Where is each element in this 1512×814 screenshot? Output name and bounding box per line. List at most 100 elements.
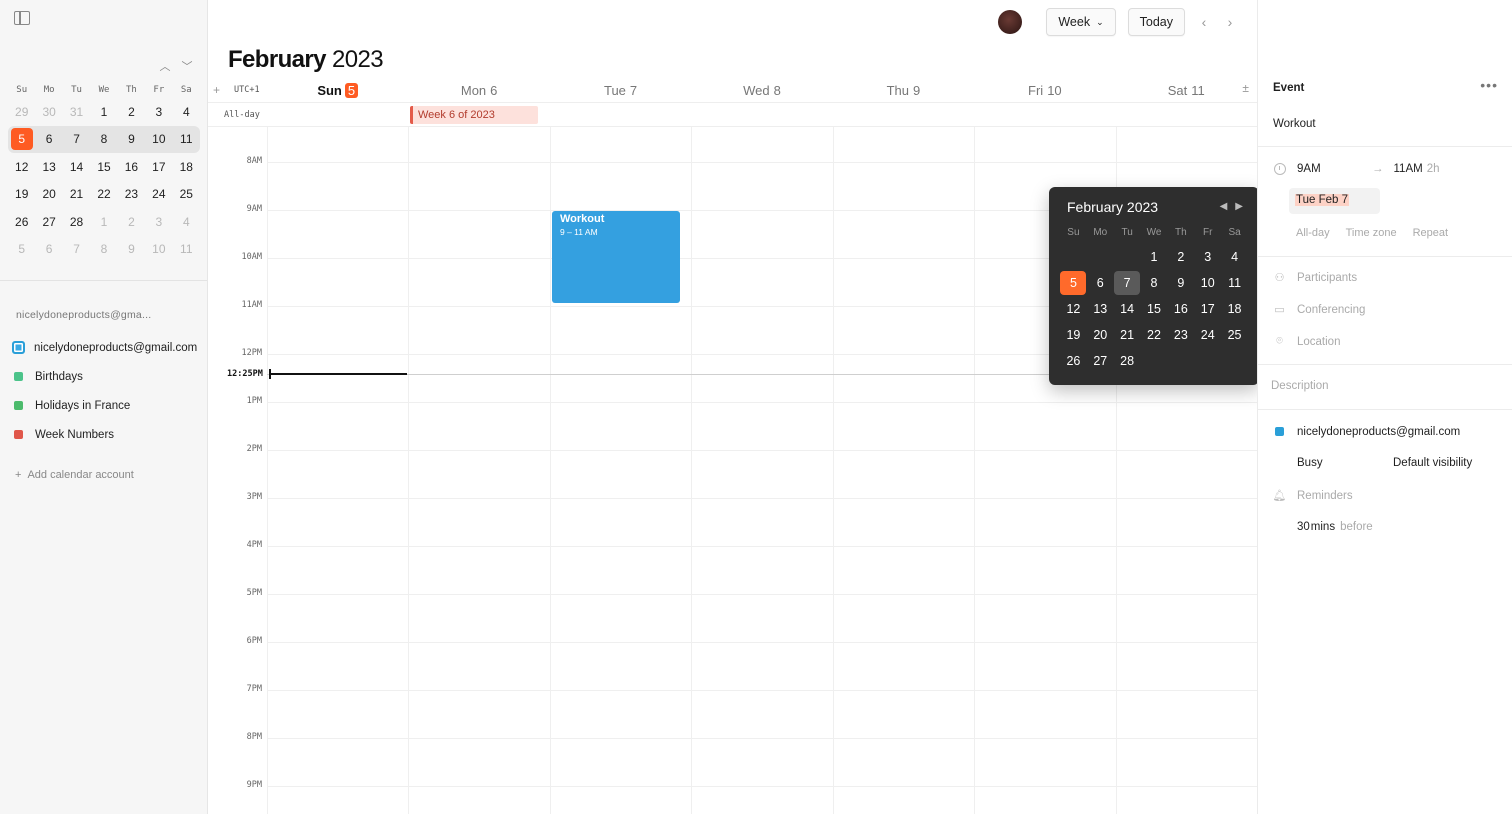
date-picker-day[interactable]: 19 — [1060, 323, 1087, 347]
calendar-list-item[interactable]: Holidays in France — [12, 391, 202, 420]
mini-calendar-day[interactable]: 11 — [173, 128, 200, 150]
mini-calendar-day[interactable]: 30 — [35, 101, 62, 123]
date-picker-day[interactable]: 5 — [1060, 271, 1087, 295]
date-picker-day[interactable]: 14 — [1114, 297, 1141, 321]
today-button[interactable]: Today — [1127, 8, 1185, 36]
mini-calendar-day[interactable]: 31 — [63, 101, 90, 123]
view-select-button[interactable]: Week ⌄ — [1046, 8, 1116, 36]
date-picker-day[interactable]: 20 — [1087, 323, 1114, 347]
date-picker-day[interactable]: 10 — [1194, 271, 1221, 295]
mini-calendar-day[interactable]: 13 — [35, 156, 62, 178]
time-option[interactable]: All-day — [1296, 227, 1330, 239]
date-picker-day[interactable]: 18 — [1221, 297, 1248, 321]
next-week-icon[interactable]: › — [1223, 14, 1237, 30]
description-field[interactable]: Description — [1271, 380, 1329, 392]
date-picker-day[interactable]: 7 — [1114, 271, 1141, 295]
date-picker-day[interactable]: 3 — [1194, 245, 1221, 269]
date-picker-day[interactable]: 28 — [1114, 349, 1141, 373]
mini-calendar-day[interactable]: 3 — [145, 101, 172, 123]
start-time[interactable]: 9AM — [1297, 163, 1372, 175]
time-option[interactable]: Repeat — [1413, 227, 1448, 239]
date-picker-day[interactable]: 25 — [1221, 323, 1248, 347]
event-date-field[interactable]: Tue Feb 7 — [1289, 188, 1380, 214]
mini-calendar-day[interactable]: 29 — [8, 101, 35, 123]
mini-calendar-day[interactable]: 9 — [118, 128, 145, 150]
date-picker-day[interactable]: 12 — [1060, 297, 1087, 321]
triangle-right-icon[interactable]: ▶ — [1235, 201, 1243, 212]
day-header-fri[interactable]: Fri 10 — [974, 78, 1115, 102]
conferencing-row[interactable]: ▭ Conferencing — [1273, 303, 1365, 317]
day-header-mon[interactable]: Mon 6 — [408, 78, 549, 102]
end-time[interactable]: 11AM — [1394, 163, 1423, 175]
mini-calendar-day[interactable]: 10 — [145, 238, 172, 260]
date-picker-day[interactable]: 22 — [1141, 323, 1168, 347]
checkbox-icon[interactable] — [12, 341, 25, 354]
time-option[interactable]: Time zone — [1346, 227, 1397, 239]
mini-calendar-day[interactable]: 6 — [35, 128, 62, 150]
mini-calendar-day[interactable]: 7 — [63, 238, 90, 260]
mini-calendar-day[interactable]: 5 — [8, 238, 35, 260]
mini-calendar-day[interactable]: 21 — [63, 183, 90, 205]
mini-calendar-day[interactable]: 5 — [8, 128, 35, 151]
date-picker-day[interactable]: 1 — [1141, 245, 1168, 269]
location-row[interactable]: ⌾ Location — [1273, 335, 1340, 348]
mini-calendar-day[interactable]: 16 — [118, 156, 145, 178]
busy-select[interactable]: Busy — [1297, 457, 1393, 469]
date-picker-day[interactable]: 2 — [1167, 245, 1194, 269]
date-picker-day[interactable]: 17 — [1194, 297, 1221, 321]
visibility-select[interactable]: Default visibility — [1393, 457, 1472, 469]
event-title-field[interactable]: Workout — [1273, 118, 1316, 130]
calendar-row[interactable]: nicelydoneproducts@gmail.com — [1273, 425, 1460, 438]
date-picker-day[interactable]: 21 — [1114, 323, 1141, 347]
date-picker-day[interactable]: 27 — [1087, 349, 1114, 373]
add-timezone-icon[interactable]: + — [213, 83, 220, 97]
mini-calendar-day[interactable]: 10 — [145, 128, 172, 150]
mini-calendar-day[interactable]: 12 — [8, 156, 35, 178]
allday-event[interactable]: Week 6 of 2023 — [410, 106, 538, 124]
mini-calendar-day[interactable]: 7 — [63, 128, 90, 150]
mini-calendar-day[interactable]: 24 — [145, 183, 172, 205]
date-picker-day[interactable]: 13 — [1087, 297, 1114, 321]
mini-calendar-day[interactable]: 9 — [118, 238, 145, 260]
mini-calendar-day[interactable]: 18 — [173, 156, 200, 178]
reminder-item[interactable]: 30 mins before — [1297, 521, 1373, 533]
mini-calendar-day[interactable]: 23 — [118, 183, 145, 205]
mini-calendar-day[interactable]: 25 — [173, 183, 200, 205]
mini-calendar-day[interactable]: 1 — [90, 211, 117, 233]
mini-calendar-day[interactable]: 8 — [90, 128, 117, 150]
participants-row[interactable]: ⚇ Participants — [1273, 271, 1358, 285]
date-picker-day[interactable]: 4 — [1221, 245, 1248, 269]
date-picker-day[interactable]: 15 — [1141, 297, 1168, 321]
rss-feed-icon[interactable] — [14, 401, 23, 410]
day-header-thu[interactable]: Thu 9 — [833, 78, 974, 102]
add-calendar-account-button[interactable]: + Add calendar account — [15, 469, 134, 481]
mini-calendar-day[interactable]: 15 — [90, 156, 117, 178]
reminders-row[interactable]: 🔔︎ Reminders — [1273, 489, 1353, 503]
more-icon[interactable]: ••• — [1480, 77, 1498, 93]
mini-calendar-day[interactable]: 19 — [8, 183, 35, 205]
mini-calendar-day[interactable]: 22 — [90, 183, 117, 205]
day-header-wed[interactable]: Wed 8 — [691, 78, 832, 102]
mini-calendar-day[interactable]: 26 — [8, 211, 35, 233]
chevron-up-icon[interactable]: ︿ — [159, 58, 171, 74]
calendar-list-item[interactable]: nicelydoneproducts@gmail.com — [12, 333, 202, 362]
date-picker-day[interactable]: 9 — [1167, 271, 1194, 295]
mini-calendar-day[interactable]: 20 — [35, 183, 62, 205]
rss-feed-icon[interactable] — [14, 372, 23, 381]
prev-week-icon[interactable]: ‹ — [1197, 14, 1211, 30]
day-header-tue[interactable]: Tue 7 — [550, 78, 691, 102]
mini-calendar-day[interactable]: 8 — [90, 238, 117, 260]
mini-calendar-day[interactable]: 11 — [173, 238, 200, 260]
mini-calendar-day[interactable]: 3 — [145, 211, 172, 233]
avatar[interactable] — [998, 10, 1023, 34]
mini-calendar-day[interactable]: 4 — [173, 101, 200, 123]
chevron-down-icon[interactable]: ﹀ — [181, 58, 193, 74]
date-picker-day[interactable]: 16 — [1167, 297, 1194, 321]
date-picker-day[interactable]: 24 — [1194, 323, 1221, 347]
rss-feed-icon[interactable] — [14, 430, 23, 439]
mini-calendar-day[interactable]: 14 — [63, 156, 90, 178]
date-picker-day[interactable]: 26 — [1060, 349, 1087, 373]
date-picker-day[interactable]: 23 — [1167, 323, 1194, 347]
mini-calendar-day[interactable]: 27 — [35, 211, 62, 233]
mini-calendar-day[interactable]: 6 — [35, 238, 62, 260]
